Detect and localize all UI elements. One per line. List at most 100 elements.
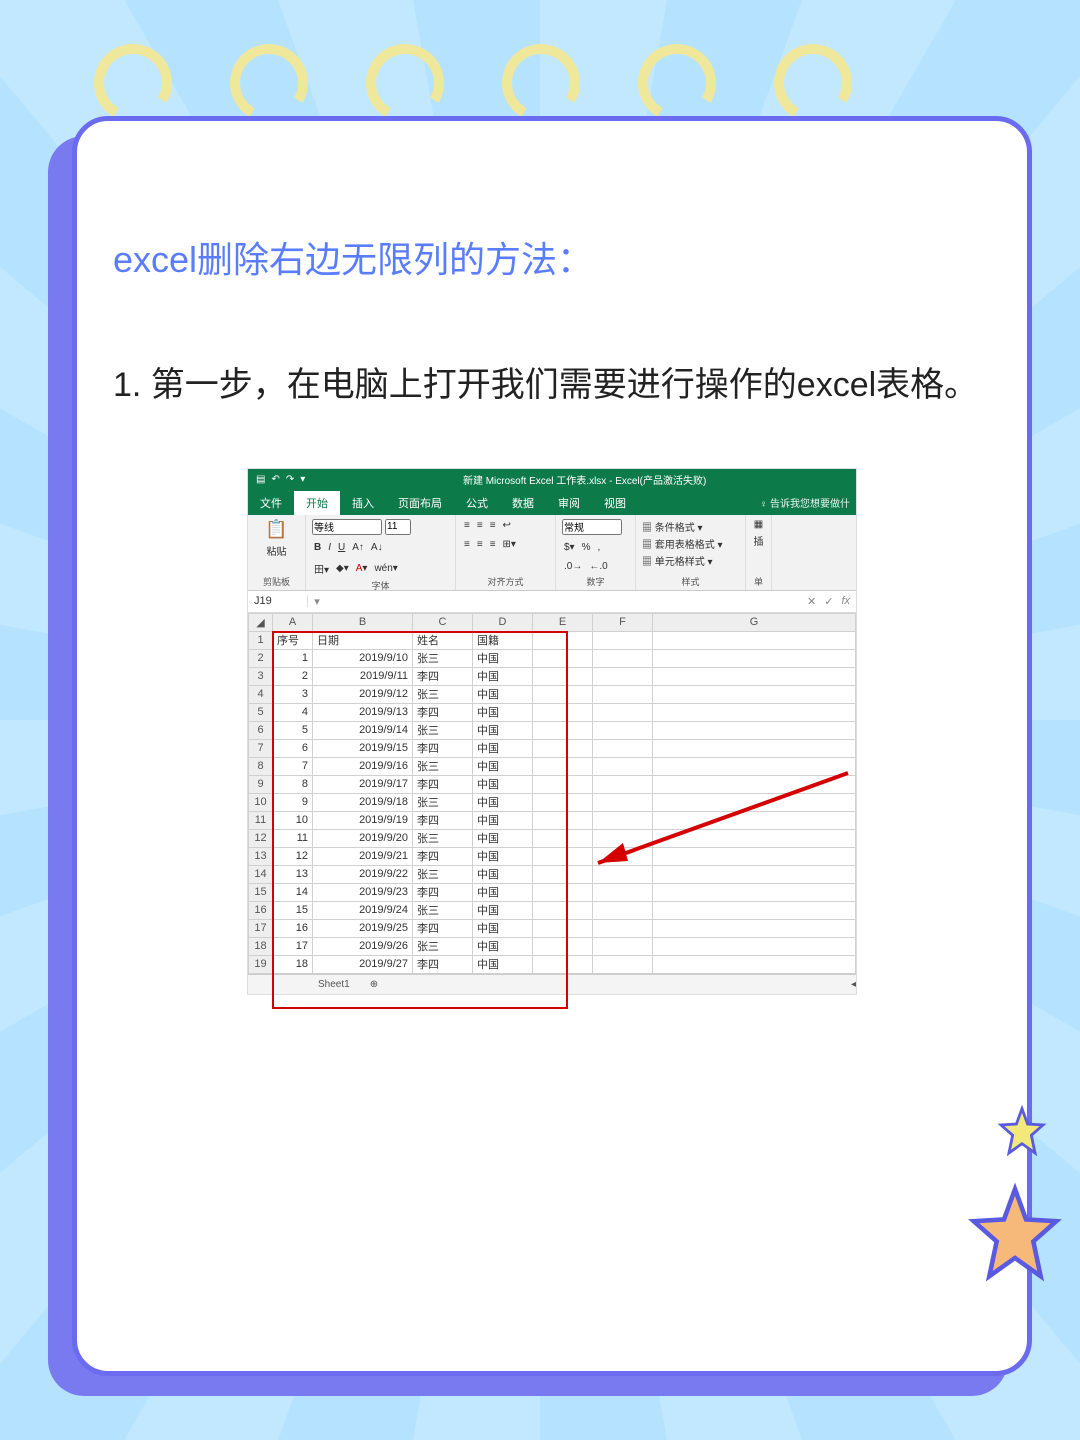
cell[interactable]: 张三	[413, 901, 473, 919]
cell[interactable]: 2019/9/11	[313, 667, 413, 685]
paste-button[interactable]: 粘贴	[267, 543, 287, 558]
cell[interactable]	[533, 703, 593, 721]
cell[interactable]	[533, 829, 593, 847]
cell[interactable]	[593, 847, 653, 865]
col-header[interactable]: E	[533, 613, 593, 631]
tab-insert[interactable]: 插入	[340, 491, 386, 515]
row-header[interactable]: 18	[249, 937, 273, 955]
cell[interactable]	[653, 811, 856, 829]
cell[interactable]	[593, 775, 653, 793]
row-header[interactable]: 3	[249, 667, 273, 685]
currency-icon[interactable]: $▾	[562, 541, 577, 554]
cell[interactable]: 8	[273, 775, 313, 793]
cell[interactable]: 中国	[473, 883, 533, 901]
cell[interactable]	[653, 883, 856, 901]
cell[interactable]	[533, 649, 593, 667]
cell[interactable]: 中国	[473, 685, 533, 703]
row-header[interactable]: 10	[249, 793, 273, 811]
cell[interactable]	[593, 703, 653, 721]
redo-icon[interactable]: ↷	[286, 474, 294, 485]
cell[interactable]	[533, 811, 593, 829]
cell[interactable]: 中国	[473, 793, 533, 811]
cell[interactable]: 2019/9/18	[313, 793, 413, 811]
cell[interactable]: 李四	[413, 811, 473, 829]
cell[interactable]	[533, 883, 593, 901]
cell[interactable]: 2019/9/13	[313, 703, 413, 721]
cell[interactable]: 国籍	[473, 631, 533, 649]
cell[interactable]	[653, 937, 856, 955]
row-header[interactable]: 1	[249, 631, 273, 649]
bold-button[interactable]: B	[312, 541, 323, 554]
cell[interactable]	[533, 865, 593, 883]
cell[interactable]: 2	[273, 667, 313, 685]
tab-home[interactable]: 开始	[294, 491, 340, 515]
undo-icon[interactable]: ↶	[271, 474, 279, 485]
col-header[interactable]: G	[653, 613, 856, 631]
cell[interactable]: 14	[273, 883, 313, 901]
tab-view[interactable]: 视图	[592, 491, 638, 515]
cell[interactable]	[653, 919, 856, 937]
cell[interactable]	[593, 685, 653, 703]
tab-layout[interactable]: 页面布局	[386, 491, 454, 515]
cell[interactable]	[593, 757, 653, 775]
enter-icon[interactable]: ✓	[824, 595, 833, 608]
row-header[interactable]: 2	[249, 649, 273, 667]
phonetic-icon[interactable]: wén▾	[372, 562, 399, 575]
cell[interactable]	[593, 937, 653, 955]
cell[interactable]: 中国	[473, 865, 533, 883]
cell[interactable]: 5	[273, 721, 313, 739]
merge-icon[interactable]: ⊞▾	[501, 538, 518, 551]
cell[interactable]: 中国	[473, 847, 533, 865]
cell[interactable]: 4	[273, 703, 313, 721]
cell[interactable]: 序号	[273, 631, 313, 649]
tell-me[interactable]: ♀ 告诉我您想要做什	[748, 491, 856, 515]
cell[interactable]	[593, 955, 653, 973]
cell[interactable]: 12	[273, 847, 313, 865]
cell[interactable]: 6	[273, 739, 313, 757]
cell[interactable]	[533, 631, 593, 649]
underline-button[interactable]: U	[336, 541, 347, 554]
cell[interactable]: 中国	[473, 649, 533, 667]
cell[interactable]: 中国	[473, 775, 533, 793]
cell[interactable]	[593, 829, 653, 847]
cell[interactable]	[653, 739, 856, 757]
dec-decimal-icon[interactable]: ←.0	[587, 560, 609, 573]
cell[interactable]: 中国	[473, 703, 533, 721]
cell[interactable]: 张三	[413, 829, 473, 847]
cell[interactable]: 李四	[413, 703, 473, 721]
cell[interactable]	[593, 811, 653, 829]
cell[interactable]: 姓名	[413, 631, 473, 649]
cell[interactable]	[653, 775, 856, 793]
tab-data[interactable]: 数据	[500, 491, 546, 515]
cell[interactable]	[533, 667, 593, 685]
cell[interactable]	[593, 793, 653, 811]
row-header[interactable]: 16	[249, 901, 273, 919]
cell[interactable]	[653, 901, 856, 919]
cell[interactable]: 中国	[473, 721, 533, 739]
row-header[interactable]: 6	[249, 721, 273, 739]
col-header[interactable]: C	[413, 613, 473, 631]
cell[interactable]: 张三	[413, 685, 473, 703]
cell[interactable]	[653, 703, 856, 721]
cell[interactable]: 张三	[413, 649, 473, 667]
cell[interactable]: 13	[273, 865, 313, 883]
cell[interactable]	[533, 757, 593, 775]
cell[interactable]	[533, 955, 593, 973]
cell[interactable]: 中国	[473, 901, 533, 919]
cell[interactable]	[593, 919, 653, 937]
cell[interactable]: 中国	[473, 829, 533, 847]
cell[interactable]	[653, 865, 856, 883]
borders-icon[interactable]: 田▾	[312, 560, 331, 577]
save-icon[interactable]: ▤	[256, 474, 265, 485]
cell[interactable]	[593, 883, 653, 901]
row-header[interactable]: 17	[249, 919, 273, 937]
cell[interactable]	[533, 775, 593, 793]
scroll-left-icon[interactable]: ◂	[851, 979, 856, 990]
col-header[interactable]: D	[473, 613, 533, 631]
row-header[interactable]: 9	[249, 775, 273, 793]
tab-file[interactable]: 文件	[248, 491, 294, 515]
cell[interactable]: 9	[273, 793, 313, 811]
cell[interactable]: 中国	[473, 955, 533, 973]
cell[interactable]: 1	[273, 649, 313, 667]
cell[interactable]: 2019/9/27	[313, 955, 413, 973]
